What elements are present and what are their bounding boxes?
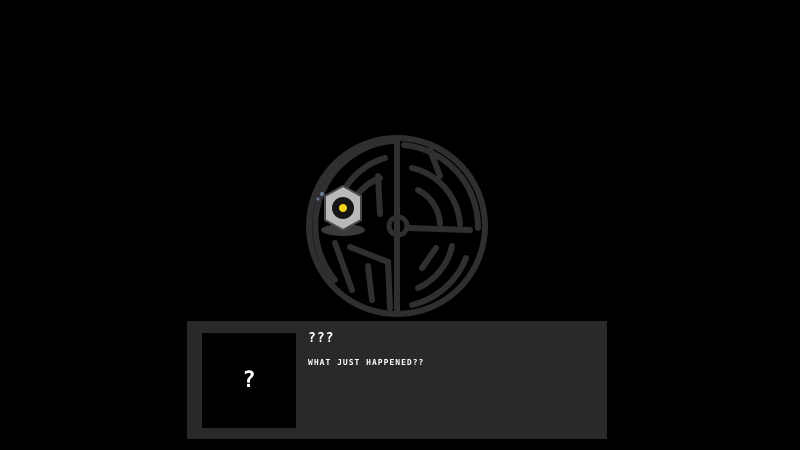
speaker-name: ???: [308, 331, 335, 346]
dialog-line: WHAT JUST HAPPENED??: [308, 358, 425, 367]
unknown-portrait-icon: ?: [242, 368, 256, 393]
dialog-box[interactable]: ? ??? WHAT JUST HAPPENED??: [187, 321, 607, 439]
hex-robot-icon[interactable]: [316, 184, 366, 236]
speaker-portrait: ?: [202, 333, 296, 428]
